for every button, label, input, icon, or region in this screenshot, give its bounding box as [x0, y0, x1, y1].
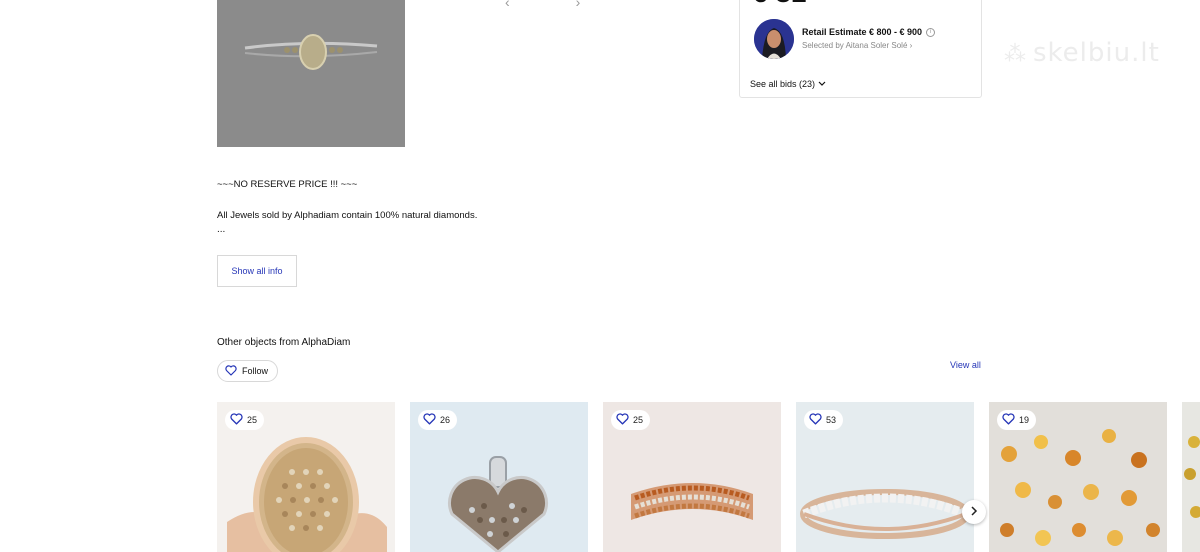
lot-card-partial[interactable]	[1182, 402, 1200, 552]
description-ellipsis: ...	[217, 224, 226, 235]
description-headline: ~~~NO RESERVE PRICE !!! ~~~	[217, 179, 358, 190]
partial-lot-photo	[1182, 402, 1200, 552]
favorite-badge[interactable]: 25	[611, 410, 651, 430]
favorite-count: 25	[633, 415, 644, 425]
heart-icon	[225, 364, 237, 378]
chevron-right-icon	[970, 503, 978, 521]
lot-card[interactable]: 25	[217, 402, 395, 552]
favorite-badge[interactable]: 25	[225, 410, 265, 430]
watermark-text: skelbiu.lt	[1033, 38, 1160, 68]
expert-portrait	[754, 19, 794, 59]
lot-card[interactable]: 26	[410, 402, 588, 552]
favorite-badge[interactable]: 19	[997, 410, 1037, 430]
chevron-down-icon	[818, 79, 826, 89]
lot-card[interactable]: 19	[989, 402, 1167, 552]
lot-card[interactable]: 53	[796, 402, 974, 552]
selected-by-text: Selected by Aitana Soler Solé	[802, 41, 908, 50]
ring-photo	[217, 0, 405, 147]
image-carousel-nav: ‹ ›	[505, 0, 642, 10]
bid-panel: € 81 Retail Estimate € 800 - € 900i Sele…	[739, 0, 982, 98]
heart-icon	[1002, 413, 1015, 427]
carousel-next-icon[interactable]: ›	[576, 0, 581, 10]
lots-next-button[interactable]	[962, 500, 986, 524]
retail-estimate-text: Retail Estimate € 800 - € 900	[802, 27, 923, 37]
retail-estimate: Retail Estimate € 800 - € 900 i	[802, 27, 936, 38]
heart-icon	[423, 413, 436, 427]
watermark-logo-icon: ⁂	[1004, 42, 1027, 67]
main-product-image[interactable]	[217, 0, 405, 147]
expert-selected-by[interactable]: Selected by Aitana Soler Solé ›	[802, 41, 912, 50]
expert-avatar[interactable]	[754, 19, 794, 59]
heart-icon	[230, 413, 243, 427]
favorite-count: 25	[247, 415, 258, 425]
favorite-count: 26	[440, 415, 451, 425]
favorite-badge[interactable]: 53	[804, 410, 844, 430]
heart-icon	[809, 413, 822, 427]
chevron-right-icon: ›	[909, 41, 913, 50]
watermark: ⁂ skelbiu.lt	[1004, 38, 1160, 68]
seller-section-heading: Other objects from AlphaDiam	[217, 337, 351, 348]
heart-icon	[616, 413, 629, 427]
follow-label: Follow	[242, 366, 269, 376]
favorite-count: 19	[1019, 415, 1030, 425]
see-all-bids-text: See all bids (23)	[750, 79, 816, 89]
favorite-badge[interactable]: 26	[418, 410, 458, 430]
favorite-count: 53	[826, 415, 837, 425]
lot-card[interactable]: 25	[603, 402, 781, 552]
description-text: All Jewels sold by Alphadiam contain 100…	[217, 210, 478, 221]
view-all-link[interactable]: View all	[950, 360, 981, 370]
carousel-prev-icon[interactable]: ‹	[505, 0, 510, 10]
current-bid-price: € 81	[752, 0, 807, 9]
show-all-info-button[interactable]: Show all info	[217, 255, 297, 287]
see-all-bids-link[interactable]: See all bids (23)	[750, 79, 826, 89]
follow-button[interactable]: Follow	[217, 360, 279, 382]
info-icon[interactable]: i	[926, 28, 936, 38]
